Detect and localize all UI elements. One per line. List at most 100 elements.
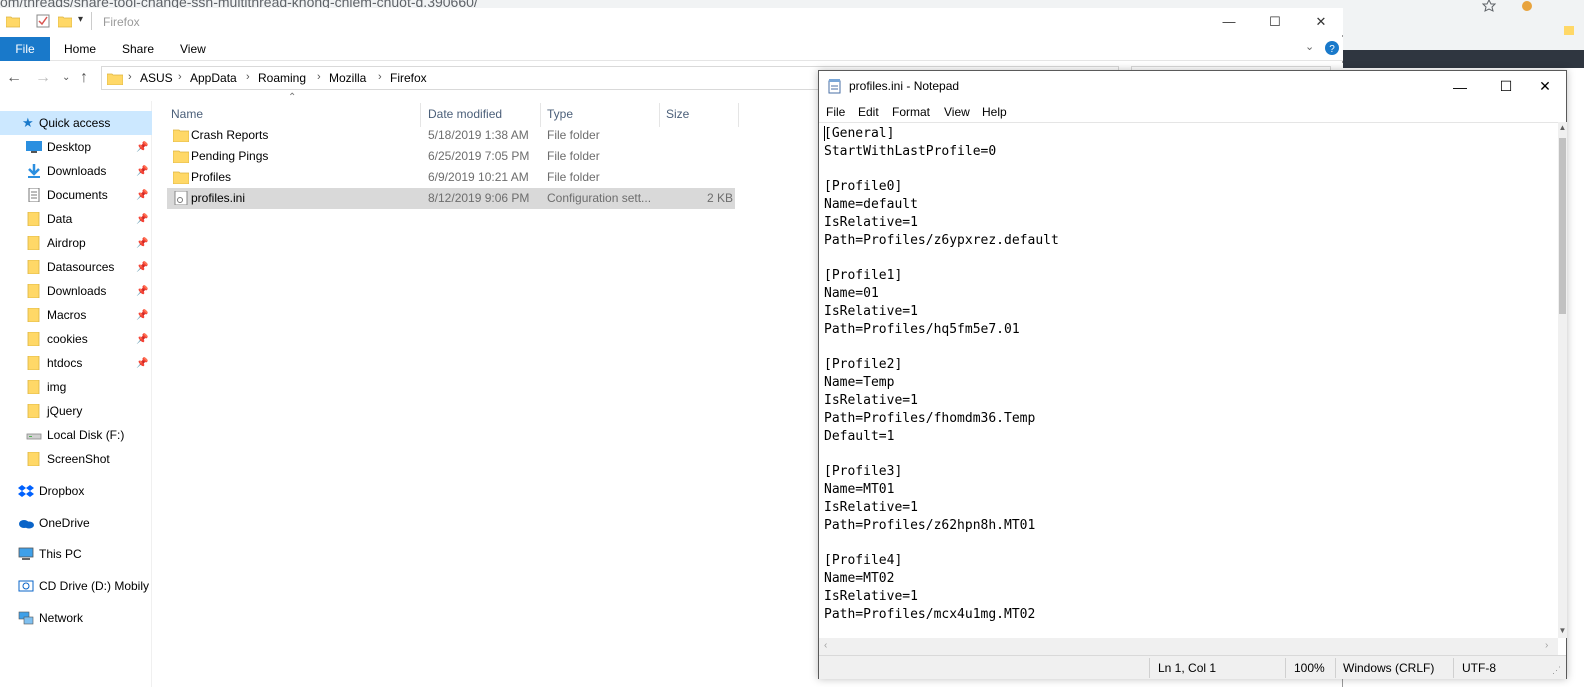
desktop: om/threads/share-tool-change-ssh-multith… [0,0,1584,687]
file-date: 8/12/2019 9:06 PM [428,191,530,205]
menu-view[interactable]: View [944,105,970,119]
forward-arrow-icon[interactable]: → [35,69,51,87]
column-header-name[interactable]: Name [171,101,203,127]
vertical-scrollbar[interactable]: ▲ ▼ [1558,122,1567,638]
sidebar-item-jquery[interactable]: jQuery [0,399,152,423]
notepad-text-area[interactable]: [General] StartWithLastProfile=0 [Profil… [819,122,1558,643]
sidebar-item-downloads-folder[interactable]: Downloads 📌 [0,279,152,303]
tab-share[interactable]: Share [122,42,154,56]
column-header-size[interactable]: Size [666,101,689,127]
pin-icon[interactable]: 📌 [136,142,148,153]
pin-icon[interactable]: 📌 [136,334,148,345]
sidebar-item-local-disk[interactable]: Local Disk (F:) [0,423,152,447]
sidebar-item-downloads[interactable]: Downloads 📌 [0,159,152,183]
scroll-down-arrow-icon[interactable]: ▼ [1558,625,1567,637]
up-arrow-icon[interactable]: ↑ [80,69,88,87]
file-row[interactable]: Crash Reports 5/18/2019 1:38 AM File fol… [167,125,735,146]
text-line: IsRelative=1 [824,215,918,230]
sidebar-item-network[interactable]: Network [0,606,152,630]
pin-icon[interactable]: 📌 [136,262,148,273]
file-row[interactable]: profiles.ini 8/12/2019 9:06 PM Configura… [167,188,735,209]
title-divider [91,12,92,30]
sidebar-item-screenshot[interactable]: ScreenShot [0,447,152,471]
help-icon[interactable]: ? [1325,41,1339,55]
sidebar-item-data[interactable]: Data 📌 [0,207,152,231]
properties-icon[interactable] [36,14,50,28]
recent-locations-icon[interactable]: ⌄ [62,72,70,83]
status-divider [1335,658,1336,678]
scroll-right-arrow-icon[interactable]: › [1545,640,1548,651]
sidebar-item-label: Airdrop [47,236,86,250]
star-icon[interactable] [1482,0,1496,12]
extension-icon[interactable] [1520,0,1534,12]
breadcrumb-item[interactable]: AppData [190,71,237,85]
scroll-up-arrow-icon[interactable]: ▲ [1558,122,1567,134]
tab-home[interactable]: Home [64,42,96,56]
menu-help[interactable]: Help [982,105,1007,119]
sidebar-item-quick-access[interactable]: ★ Quick access [0,111,152,135]
column-header-type[interactable]: Type [547,101,573,127]
horizontal-scrollbar[interactable]: ‹ › [819,638,1558,655]
tab-file[interactable]: File [0,37,50,61]
menu-format[interactable]: Format [892,105,930,119]
pin-icon[interactable]: 📌 [136,286,148,297]
text-line: [Profile3] [824,464,903,480]
back-arrow-icon[interactable]: ← [6,69,22,87]
file-row[interactable]: Profiles 6/9/2019 10:21 AM File folder [167,167,735,188]
sidebar-item-desktop[interactable]: Desktop 📌 [0,135,152,159]
sidebar-item-img[interactable]: img [0,375,152,399]
sidebar-item-datasources[interactable]: Datasources 📌 [0,255,152,279]
pin-icon[interactable]: 📌 [136,358,148,369]
column-divider[interactable] [738,103,739,127]
text-caret [824,126,825,141]
text-line: IsRelative=1 [824,499,918,515]
sidebar-item-dropbox[interactable]: Dropbox [0,479,152,503]
sidebar-item-onedrive[interactable]: OneDrive [0,511,152,535]
text-line: Default=1 [824,428,895,444]
breadcrumb-item[interactable]: Mozilla [329,71,366,85]
sidebar-item-macros[interactable]: Macros 📌 [0,303,152,327]
column-divider[interactable] [420,103,421,127]
pin-icon[interactable]: 📌 [136,190,148,201]
breadcrumb-item[interactable]: Roaming [258,71,306,85]
sidebar-item-documents[interactable]: Documents 📌 [0,183,152,207]
resize-grip-icon[interactable]: ⋰ [1552,665,1561,676]
pin-icon[interactable]: 📌 [136,238,148,249]
sidebar-item-cookies[interactable]: cookies 📌 [0,327,152,351]
sidebar-item-cd-drive[interactable]: CD Drive (D:) Mobily [0,574,152,598]
column-divider[interactable] [540,103,541,127]
sidebar-item-label: This PC [39,547,82,561]
bookmark-folder-icon[interactable] [1564,24,1574,36]
sidebar-item-airdrop[interactable]: Airdrop 📌 [0,231,152,255]
tab-view[interactable]: View [180,42,206,56]
scroll-left-arrow-icon[interactable]: ‹ [824,640,827,651]
column-header-date[interactable]: Date modified [428,101,502,127]
column-divider[interactable] [659,103,660,127]
maximize-button[interactable]: ☐ [1252,8,1298,35]
customize-toolbar-icon[interactable]: ▾ [78,14,83,25]
sidebar-item-label: Desktop [47,140,92,154]
pin-icon[interactable]: 📌 [136,310,148,321]
breadcrumb-item[interactable]: Firefox [390,71,427,85]
menu-edit[interactable]: Edit [858,105,879,119]
folder-icon [6,16,20,28]
sidebar-item-label: Documents [47,188,108,202]
file-name: profiles.ini [191,191,246,205]
file-row[interactable]: Pending Pings 6/25/2019 7:05 PM File fol… [167,146,735,167]
close-button[interactable]: ✕ [1298,8,1344,35]
minimize-button[interactable]: — [1437,71,1483,102]
breadcrumb-item[interactable]: ASUS [140,71,173,85]
sidebar-item-htdocs[interactable]: htdocs 📌 [0,351,152,375]
close-button[interactable]: ✕ [1522,71,1568,102]
expand-ribbon-icon[interactable]: ⌄ [1305,40,1314,53]
minimize-button[interactable]: — [1206,8,1252,35]
menu-file[interactable]: File [826,105,845,119]
sidebar-item-this-pc[interactable]: This PC [0,542,152,566]
breadcrumb-separator: › [178,71,182,83]
folder-icon [107,73,123,85]
scrollbar-thumb[interactable] [1559,138,1566,314]
pin-icon[interactable]: 📌 [136,214,148,225]
pin-icon[interactable]: 📌 [136,166,148,177]
status-divider [1453,658,1454,678]
new-folder-icon[interactable] [58,14,72,28]
